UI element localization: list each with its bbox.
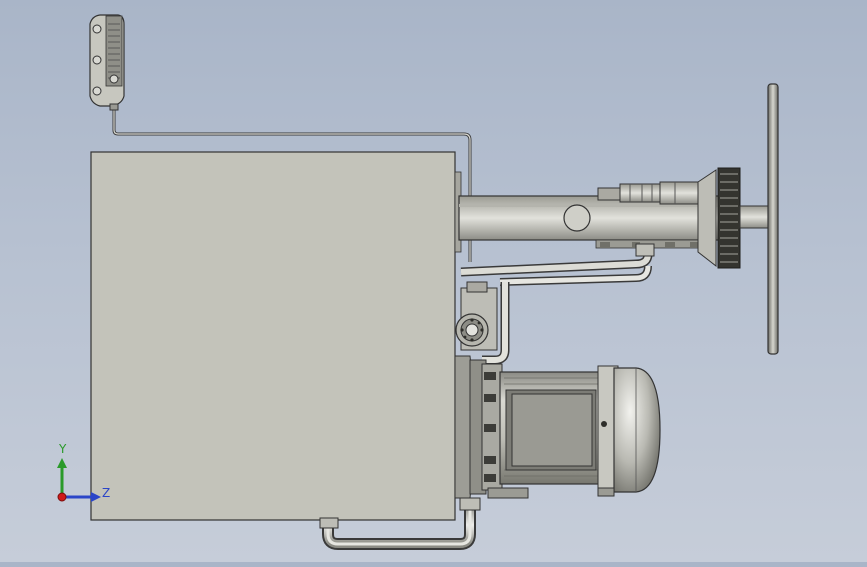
hydraulic-line-upper — [460, 243, 655, 286]
assembly-drawing — [57, 14, 779, 550]
electric-motor — [454, 355, 661, 499]
hand-pendant — [89, 14, 125, 111]
drive-gear — [717, 167, 741, 269]
main-housing — [90, 151, 456, 521]
cad-viewport[interactable]: Y Z — [0, 0, 867, 562]
axis-y-label: Y — [59, 442, 67, 456]
handwheel — [767, 83, 779, 355]
pump-body — [455, 281, 498, 351]
axis-z-label: Z — [102, 486, 111, 500]
